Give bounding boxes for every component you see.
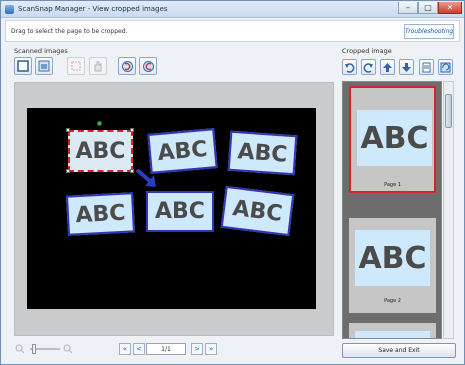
move-up-icon xyxy=(383,62,392,72)
crop-card[interactable]: ABC xyxy=(220,185,295,237)
save-and-exit-button[interactable]: Save and Exit xyxy=(342,343,456,358)
move-down-icon xyxy=(402,62,411,72)
resize-handle[interactable] xyxy=(130,128,134,132)
maximize-button[interactable]: □ xyxy=(418,2,438,14)
thumbnail-image: ABC xyxy=(355,230,430,286)
rotate-right-button[interactable] xyxy=(139,57,157,75)
thumbnail-image: ABC xyxy=(355,331,430,338)
troubleshooting-button[interactable]: Troubleshooting xyxy=(404,24,454,39)
first-page-button[interactable]: « xyxy=(119,343,131,355)
thumbnail-scrollbar[interactable] xyxy=(443,81,454,339)
page-indicator[interactable]: 1/1 xyxy=(146,343,186,355)
window-title: ScanSnap Manager - View cropped images xyxy=(18,5,168,13)
page-label: Page 1 xyxy=(384,182,401,188)
close-button[interactable]: ✕ xyxy=(438,2,462,14)
app-icon xyxy=(5,5,14,14)
rotate-right-icon xyxy=(363,62,373,73)
cropped-page-2[interactable]: ABC Page 2 xyxy=(349,218,436,313)
crop-card[interactable]: ABC xyxy=(65,192,136,236)
undo-button[interactable] xyxy=(438,59,453,75)
single-frame-button[interactable] xyxy=(14,57,32,75)
delete-page-icon xyxy=(422,62,431,72)
arrow-icon xyxy=(135,168,156,187)
instruction-text: Drag to select the page to be cropped. xyxy=(11,28,128,35)
instruction-bar: Drag to select the page to be cropped. T… xyxy=(5,20,460,42)
fit-image-button[interactable] xyxy=(35,57,53,75)
cropped-rotate-left-button[interactable] xyxy=(342,59,357,75)
hand-disabled-icon xyxy=(94,61,102,72)
rotate-right-icon xyxy=(142,60,154,72)
crop-button[interactable] xyxy=(67,57,85,75)
undo-icon xyxy=(440,62,451,72)
resize-handle[interactable] xyxy=(66,169,70,173)
scrollbar-thumb[interactable] xyxy=(445,94,452,128)
scansnap-window: ScanSnap Manager - View cropped images –… xyxy=(0,0,465,365)
last-page-button[interactable]: » xyxy=(205,343,217,355)
zoom-slider-thumb[interactable] xyxy=(32,344,36,354)
fit-image-icon xyxy=(38,60,50,72)
cropped-rotate-right-button[interactable] xyxy=(361,59,376,75)
crop-card[interactable]: ABC xyxy=(146,191,214,232)
title-bar: ScanSnap Manager - View cropped images –… xyxy=(1,1,464,18)
crop-disabled-icon xyxy=(71,61,81,71)
cropped-page-3[interactable]: ABC xyxy=(349,323,436,338)
cropped-thumbnail-list[interactable]: ABC Page 1 ABC Page 2 ABC xyxy=(342,81,442,339)
delete-page-button[interactable] xyxy=(419,59,434,75)
rotation-handle[interactable] xyxy=(97,121,102,126)
next-page-button[interactable]: > xyxy=(191,343,203,355)
rotate-left-button[interactable] xyxy=(118,57,136,75)
minimize-button[interactable]: – xyxy=(398,2,418,14)
page-label: Page 2 xyxy=(384,298,401,304)
scanned-images-title: Scanned images xyxy=(14,47,68,55)
zoom-out-icon[interactable] xyxy=(15,344,25,354)
cropped-page-1[interactable]: ABC Page 1 xyxy=(349,86,436,193)
crop-card[interactable]: ABC xyxy=(227,130,298,176)
crop-card-selected[interactable]: ABC xyxy=(68,130,133,172)
move-up-button[interactable] xyxy=(380,59,395,75)
zoom-in-icon[interactable] xyxy=(63,344,73,354)
cropped-image-title: Cropped image xyxy=(342,47,392,55)
prev-page-button[interactable]: < xyxy=(133,343,145,355)
resize-handle[interactable] xyxy=(66,128,70,132)
hand-tool-button[interactable] xyxy=(89,57,107,75)
thumbnail-image: ABC xyxy=(357,110,432,166)
rotate-left-icon xyxy=(121,60,133,72)
move-down-button[interactable] xyxy=(399,59,414,75)
rotate-left-icon xyxy=(345,62,355,73)
single-frame-icon xyxy=(17,60,29,72)
